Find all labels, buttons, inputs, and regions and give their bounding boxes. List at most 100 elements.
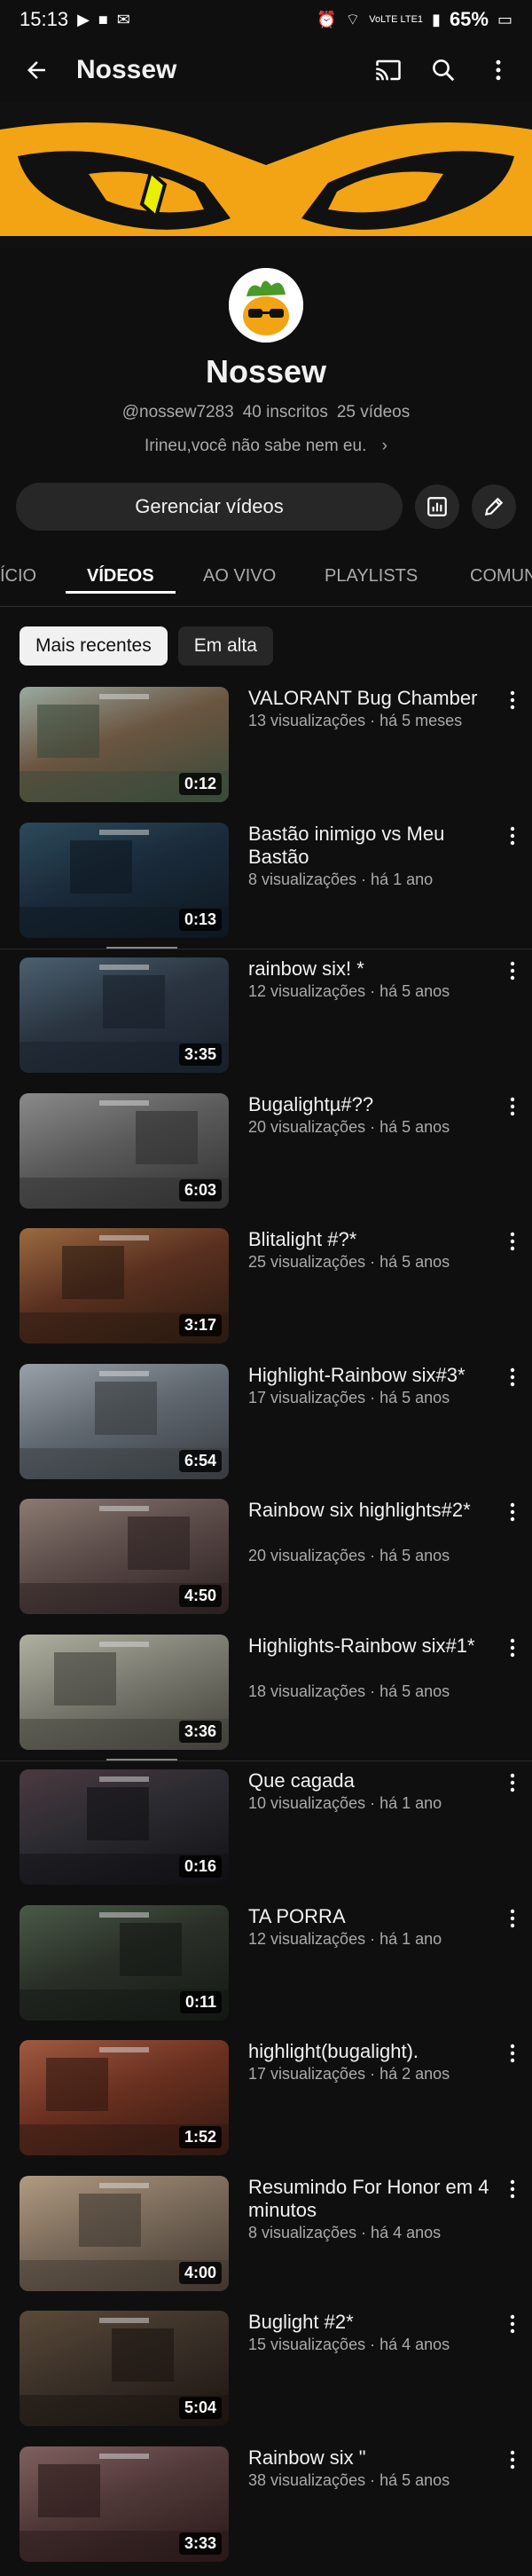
video-thumbnail[interactable]: 6:54 [20, 1364, 229, 1479]
chip-mais-recentes[interactable]: Mais recentes [20, 626, 168, 666]
video-title[interactable]: Highlights-Rainbow six#1* [248, 1635, 498, 1658]
video-duration: 0:13 [178, 909, 222, 931]
video-item[interactable]: 6:03 Bugalightµ#?? 20 visualizações · há 5… [0, 1093, 532, 1217]
more-vert-icon[interactable] [504, 2176, 521, 2202]
video-duration: 4:50 [178, 1585, 222, 1607]
video-item[interactable]: 3:36 Highlights-Rainbow six#1* 18 visualiz… [0, 1635, 532, 1759]
video-meta: 18 visualizações · há 5 anos [248, 1682, 450, 1700]
video-thumbnail[interactable]: 3:33 [20, 2446, 229, 2562]
video-duration: 1:52 [178, 2126, 222, 2148]
channel-banner [0, 103, 532, 248]
cast-icon[interactable] [371, 52, 406, 88]
more-vert-icon[interactable] [504, 1905, 521, 1932]
more-vert-icon[interactable] [504, 823, 521, 849]
search-icon[interactable] [426, 52, 461, 88]
video-duration: 0:16 [178, 1855, 222, 1878]
video-item[interactable]: 5:04 Buglight #2* 15 visualizações · há 4 … [0, 2311, 532, 2435]
more-vert-icon[interactable] [504, 1228, 521, 1255]
video-title[interactable]: Rainbow six " [248, 2446, 498, 2470]
video-duration: 6:54 [178, 1450, 222, 1472]
video-duration: 3:35 [178, 1044, 222, 1066]
tab-comunidade[interactable]: COMUN [470, 545, 532, 607]
channel-stats: @nossew7283 40 inscritos 25 vídeos [0, 403, 532, 422]
more-vert-icon[interactable] [504, 1499, 521, 1525]
video-item[interactable]: 6:54 Highlight-Rainbow six#3* 17 visualiza… [0, 1364, 532, 1488]
video-thumbnail[interactable]: 0:16 [20, 1769, 229, 1885]
arrow-left-icon[interactable] [16, 50, 57, 91]
video-title[interactable]: Bastão inimigo vs Meu Bastão [248, 823, 498, 869]
analytics-icon[interactable] [415, 484, 459, 529]
more-vert-icon[interactable] [504, 687, 521, 713]
tab-playlists[interactable]: PLAYLISTS [325, 545, 418, 607]
status-time: 15:13 [20, 8, 69, 30]
battery-level: 65% [449, 8, 489, 30]
video-thumbnail[interactable]: 3:36 [20, 1635, 229, 1750]
video-thumbnail[interactable]: 3:17 [20, 1228, 229, 1343]
alarm-icon: ⏰ [316, 10, 337, 28]
video-duration: 6:03 [178, 1179, 222, 1201]
video-thumbnail[interactable]: 6:03 [20, 1093, 229, 1209]
channel-description-text: Irineu,você não sabe nem eu. [145, 437, 367, 455]
video-item[interactable]: 0:16 Que cagada 10 visualizações · há 1 an… [0, 1769, 532, 1894]
video-item[interactable]: 0:12 VALORANT Bug Chamber 13 visualizações… [0, 687, 532, 811]
video-thumbnail[interactable]: 0:12 [20, 687, 229, 802]
video-thumbnail[interactable]: 0:13 [20, 823, 229, 938]
video-title[interactable]: TA PORRA [248, 1905, 498, 1928]
video-thumbnail[interactable]: 3:35 [20, 957, 229, 1073]
video-item[interactable]: 3:33 Rainbow six " 38 visualizações · há 5… [0, 2446, 532, 2571]
app-bar-title: Nossew [76, 55, 177, 84]
video-meta: 12 visualizações · há 5 anos [248, 982, 450, 1000]
tab-videos[interactable]: VÍDEOS [87, 545, 154, 607]
battery-icon: ▭ [497, 10, 512, 28]
video-thumbnail[interactable]: 0:11 [20, 1905, 229, 2021]
video-item[interactable]: 3:17 Blitalight #?* 25 visualizações · há … [0, 1228, 532, 1352]
channel-description[interactable]: Irineu,você não sabe nem eu. › [0, 437, 532, 456]
play-notification-icon: ▶ [77, 10, 90, 28]
more-vert-icon[interactable] [504, 1635, 521, 1661]
video-title[interactable]: Resumindo For Honor em 4 minutos [248, 2176, 498, 2222]
video-count: 25 vídeos [336, 403, 411, 421]
wifi-icon: ⌔ [345, 10, 361, 28]
more-vert-icon[interactable] [504, 2446, 521, 2473]
video-title[interactable]: Buglight #2* [248, 2311, 498, 2334]
video-meta: 8 visualizações · há 1 ano [248, 870, 434, 888]
pencil-icon[interactable] [472, 484, 516, 529]
video-item[interactable]: 0:11 TA PORRA 12 visualizações · há 1 ano [0, 1905, 532, 2029]
video-duration: 3:36 [178, 1721, 222, 1743]
video-meta: 15 visualizações · há 4 anos [248, 2336, 450, 2353]
video-thumbnail[interactable]: 4:00 [20, 2176, 229, 2291]
more-vert-icon[interactable] [504, 1093, 521, 1120]
channel-name: Nossew [205, 353, 327, 390]
video-item[interactable]: 1:52 highlight(bugalight). 17 visualizaçõe… [0, 2040, 532, 2164]
active-tab-indicator [66, 591, 176, 594]
more-vert-icon[interactable] [504, 2311, 521, 2337]
video-item[interactable]: 0:13 Bastão inimigo vs Meu Bastão 8 visual… [0, 823, 532, 947]
sort-chips: Mais recentes Em alta [20, 626, 273, 666]
more-vert-icon[interactable] [504, 1364, 521, 1390]
manage-videos-button[interactable]: Gerenciar vídeos [16, 483, 403, 531]
video-item[interactable]: 4:50 Rainbow six highlights#2* 20 visualiz… [0, 1499, 532, 1623]
video-title[interactable]: rainbow six! * [248, 957, 498, 981]
video-thumbnail[interactable]: 5:04 [20, 2311, 229, 2426]
video-item[interactable]: 3:35 rainbow six! * 12 visualizações · há … [0, 957, 532, 1082]
chip-em-alta[interactable]: Em alta [177, 626, 273, 666]
video-title[interactable]: Rainbow six highlights#2* [248, 1499, 498, 1522]
video-title[interactable]: Que cagada [248, 1769, 498, 1792]
video-thumbnail[interactable]: 1:52 [20, 2040, 229, 2155]
tab-inicio[interactable]: ÍCIO [0, 545, 36, 607]
channel-avatar[interactable] [229, 268, 303, 343]
tab-ao-vivo[interactable]: AO VIVO [203, 545, 276, 607]
video-thumbnail[interactable]: 4:50 [20, 1499, 229, 1614]
manage-row: Gerenciar vídeos [16, 483, 516, 531]
video-title[interactable]: Bugalightµ#?? [248, 1093, 498, 1116]
video-title[interactable]: Highlight-Rainbow six#3* [248, 1364, 498, 1387]
more-vert-icon[interactable] [504, 2040, 521, 2067]
video-title[interactable]: VALORANT Bug Chamber [248, 687, 498, 710]
more-vert-icon[interactable] [504, 1769, 521, 1796]
video-title[interactable]: Blitalight #?* [248, 1228, 498, 1251]
video-item[interactable]: 4:00 Resumindo For Honor em 4 minutos 8 vi… [0, 2176, 532, 2300]
more-vert-icon[interactable] [481, 52, 516, 88]
network-label: VoLTE LTE1 [369, 13, 424, 25]
more-vert-icon[interactable] [504, 957, 521, 984]
video-title[interactable]: highlight(bugalight). [248, 2040, 498, 2063]
